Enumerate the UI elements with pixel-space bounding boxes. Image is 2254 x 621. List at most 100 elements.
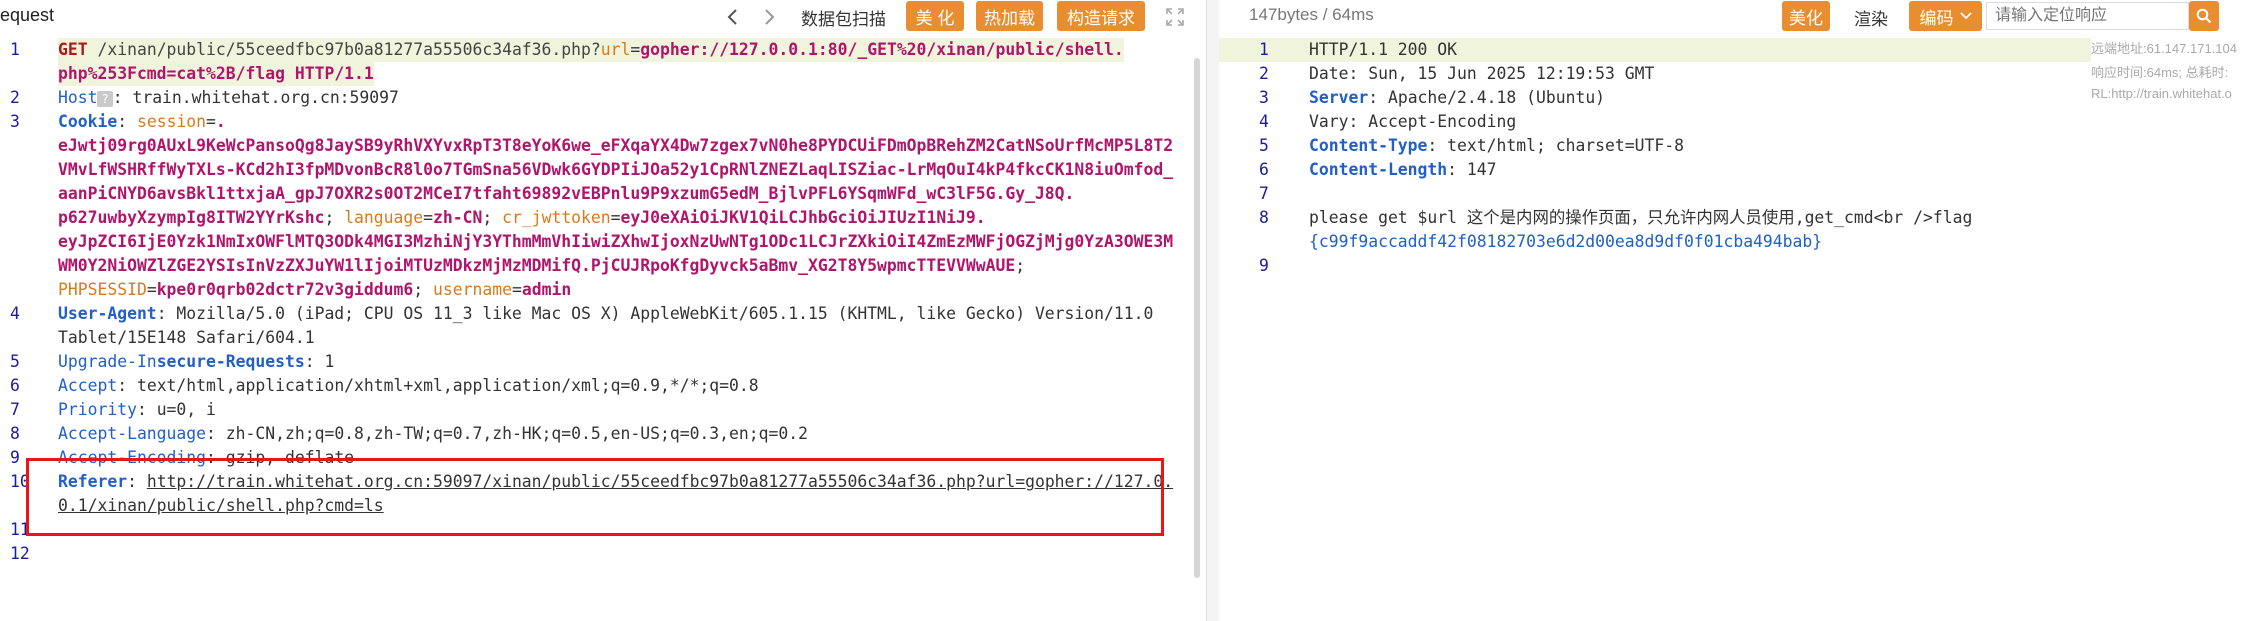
equals: =: [630, 40, 641, 59]
host-line: Host?: train.whitehat.org.cn:59097: [58, 86, 399, 110]
ct-header-name: Content-Type: [1309, 136, 1428, 155]
request-path: /xinan/public/55ceedfbc97b0a81277a55506c…: [97, 40, 601, 59]
content-type-line: Content-Type: text/html; charset=UTF-8: [1309, 134, 1684, 158]
search-icon: [2196, 8, 2212, 24]
status-line: HTTP/1.1 200 OK: [1309, 40, 1458, 59]
vary-line: Vary: Accept-Encoding: [1309, 112, 1517, 131]
request-line: GET /xinan/public/55ceedfbc97b0a81277a55…: [58, 38, 1124, 62]
upgrade-line: Upgrade-Insecure-Requests: 1: [58, 350, 334, 374]
jwt-value-2: eyJpZCI6IjE0Yzk1NmIxOWFlMTQ3ODk4MGI3Mzhi…: [58, 232, 1174, 251]
encoding-dropdown[interactable]: 编码: [1909, 1, 1982, 31]
response-time: 响应时间:64ms; 总耗时:: [2091, 65, 2229, 80]
beautify-button[interactable]: 美 化: [906, 1, 964, 31]
cookie-val: .: [215, 112, 226, 131]
ua-value-2: Tablet/15E148 Safari/604.1: [58, 328, 315, 347]
accept-line: Accept: text/html,application/xhtml+xml,…: [58, 374, 759, 398]
line-number: 2: [10, 88, 20, 107]
search-button[interactable]: [2189, 1, 2219, 31]
line-number: 12: [10, 544, 30, 563]
priority-value: : u=0, i: [136, 400, 216, 419]
construct-request-button[interactable]: 构造请求: [1057, 1, 1145, 31]
request-toolbar: equest 数据包扫描 美 化 热加载 构造请求: [0, 0, 1208, 34]
session-value-1: eJwtj09rg0AUxL9KeWcPansoQg8JaySB9yRhVXYv…: [58, 136, 1174, 155]
jwt-value-3: WM0Y2NiOWZlZGE2YSIsInVzZXJuYW1lIjoiMTUzM…: [58, 256, 1016, 275]
line-number: 6: [10, 376, 20, 395]
priority-header-name: Priority: [58, 400, 137, 419]
expand-icon[interactable]: [1163, 5, 1187, 29]
locate-response-input[interactable]: [1986, 2, 2189, 30]
server-value: : Apache/2.4.18 (Ubuntu): [1368, 88, 1606, 107]
response-pane: 147bytes / 64ms 美化 渲染 编码 1 2 3 4 5 6 7 8…: [1219, 0, 2254, 621]
jwt-value-1: eyJ0eXAiOiJKV1QiLCJhbGciOiJIUzI1NiJ9.: [620, 208, 986, 227]
request-pane-title: equest: [0, 5, 55, 25]
cookie-line-cont: aanPiCNYD6avsBkl1ttxjaA_gpJ7OXR2s0OT2MCe…: [58, 182, 1074, 206]
server-header-name: Server: [1309, 88, 1369, 107]
forward-arrow-icon[interactable]: [756, 5, 782, 29]
response-size: 147bytes / 64ms: [1249, 5, 1374, 24]
render-button[interactable]: 渲染: [1854, 5, 1888, 30]
request-url: RL:http://train.whitehat.o: [2091, 86, 2232, 101]
line-number: 4: [1259, 112, 1269, 131]
accept-language-line: Accept-Language: zh-CN,zh;q=0.8,zh-TW;q=…: [58, 422, 808, 446]
host-header-value: : train.whitehat.org.cn:59097: [112, 88, 399, 107]
al-header-name: Accept-Language: [58, 424, 207, 443]
highlight-box: [26, 458, 1164, 536]
param-value-part2: php%253Fcmd=cat%2B/flag: [58, 64, 285, 83]
ct-value: : text/html; charset=UTF-8: [1427, 136, 1684, 155]
cookie-val-username: admin: [521, 280, 572, 299]
cookie-line-cont: eJwtj09rg0AUxL9KeWcPansoQg8JaySB9yRhVXYv…: [58, 134, 1173, 158]
http-version: HTTP/1.1: [294, 64, 374, 83]
accept-value: : text/html,application/xhtml+xml,applic…: [117, 376, 759, 395]
hot-load-button[interactable]: 热加载: [976, 1, 1043, 31]
ua-header-name: User-Agent: [58, 304, 157, 323]
cookie-line-cont: WM0Y2NiOWZlZGE2YSIsInVzZXJuYW1lIjoiMTUzM…: [58, 256, 1035, 275]
request-pane: equest 数据包扫描 美 化 热加载 构造请求 1 2 3 4 5 6 7 …: [0, 0, 1208, 621]
cookie-val-phpsessid: kpe0r0qrb02dctr72v3giddum6: [156, 280, 414, 299]
content-length-line: Content-Length: 147: [1309, 158, 1497, 182]
uir-header-name-a: Upgrade-In: [58, 352, 157, 371]
uir-value: : 1: [304, 352, 335, 371]
response-editor[interactable]: 1 2 3 4 5 6 7 8 9 HTTP/1.1 200 OK Date: …: [1219, 34, 2254, 621]
cookie-key-language: language: [344, 208, 424, 227]
host-badge: ?: [97, 90, 113, 107]
packet-scan-button[interactable]: 数据包扫描: [801, 5, 886, 30]
line-number: 1: [10, 40, 20, 59]
line-number: 3: [1259, 88, 1269, 107]
session-value-4: p627uwbyXzympIg8ITW2YYrKshc: [58, 208, 325, 227]
back-arrow-icon[interactable]: [720, 5, 746, 29]
body-line-2: {c99f9accaddf42f08182703e6d2d00ea8d9df0f…: [1309, 232, 1823, 251]
line-number: 2: [1259, 64, 1269, 83]
request-scrollbar[interactable]: [1190, 42, 1204, 621]
line-number: 1: [1259, 40, 1269, 59]
response-beautify-button[interactable]: 美化: [1782, 1, 1830, 31]
cl-value: : 147: [1447, 160, 1497, 179]
chevron-down-icon: [1959, 12, 1972, 20]
param-name: url: [600, 40, 631, 59]
al-value: : zh-CN,zh;q=0.8,zh-TW;q=0.7,zh-HK;q=0.5…: [206, 424, 808, 443]
priority-line: Priority: u=0, i: [58, 398, 216, 422]
line-number: 5: [10, 352, 20, 371]
cookie-key-jwt: cr_jwttoken: [502, 208, 611, 227]
cookie-line-cont: PHPSESSID=kpe0r0qrb02dctr72v3giddum6; us…: [58, 280, 572, 299]
line-number: 7: [10, 400, 20, 419]
line-number: 3: [10, 112, 20, 131]
uir-header-name-b: secure-Requests: [156, 352, 305, 371]
param-value-part1: gopher://127.0.0.1:80/_GET%20/xinan/publ…: [640, 40, 1124, 59]
http-method: GET: [58, 40, 88, 59]
line-number: 8: [10, 424, 20, 443]
date-line: Date: Sun, 15 Jun 2025 12:19:53 GMT: [1309, 64, 1655, 83]
cookie-key-phpsessid: PHPSESSID: [58, 280, 147, 299]
line-number: 7: [1259, 184, 1269, 203]
cookie-val-language: zh-CN: [433, 208, 483, 227]
line-number: 4: [10, 304, 20, 323]
cookie-header-name: Cookie: [58, 112, 118, 131]
encoding-label: 编码: [1919, 8, 1954, 28]
user-agent-line-cont: Tablet/15E148 Safari/604.1: [58, 326, 315, 350]
cl-header-name: Content-Length: [1309, 160, 1448, 179]
scrollbar-thumb[interactable]: [1194, 58, 1200, 578]
line-number: 6: [1259, 160, 1269, 179]
line-number: 8: [1259, 208, 1269, 227]
cookie-key-username: username: [433, 280, 512, 299]
remote-address: 远端地址:61.147.171.104: [2091, 41, 2237, 56]
line-number: 9: [1259, 256, 1269, 275]
